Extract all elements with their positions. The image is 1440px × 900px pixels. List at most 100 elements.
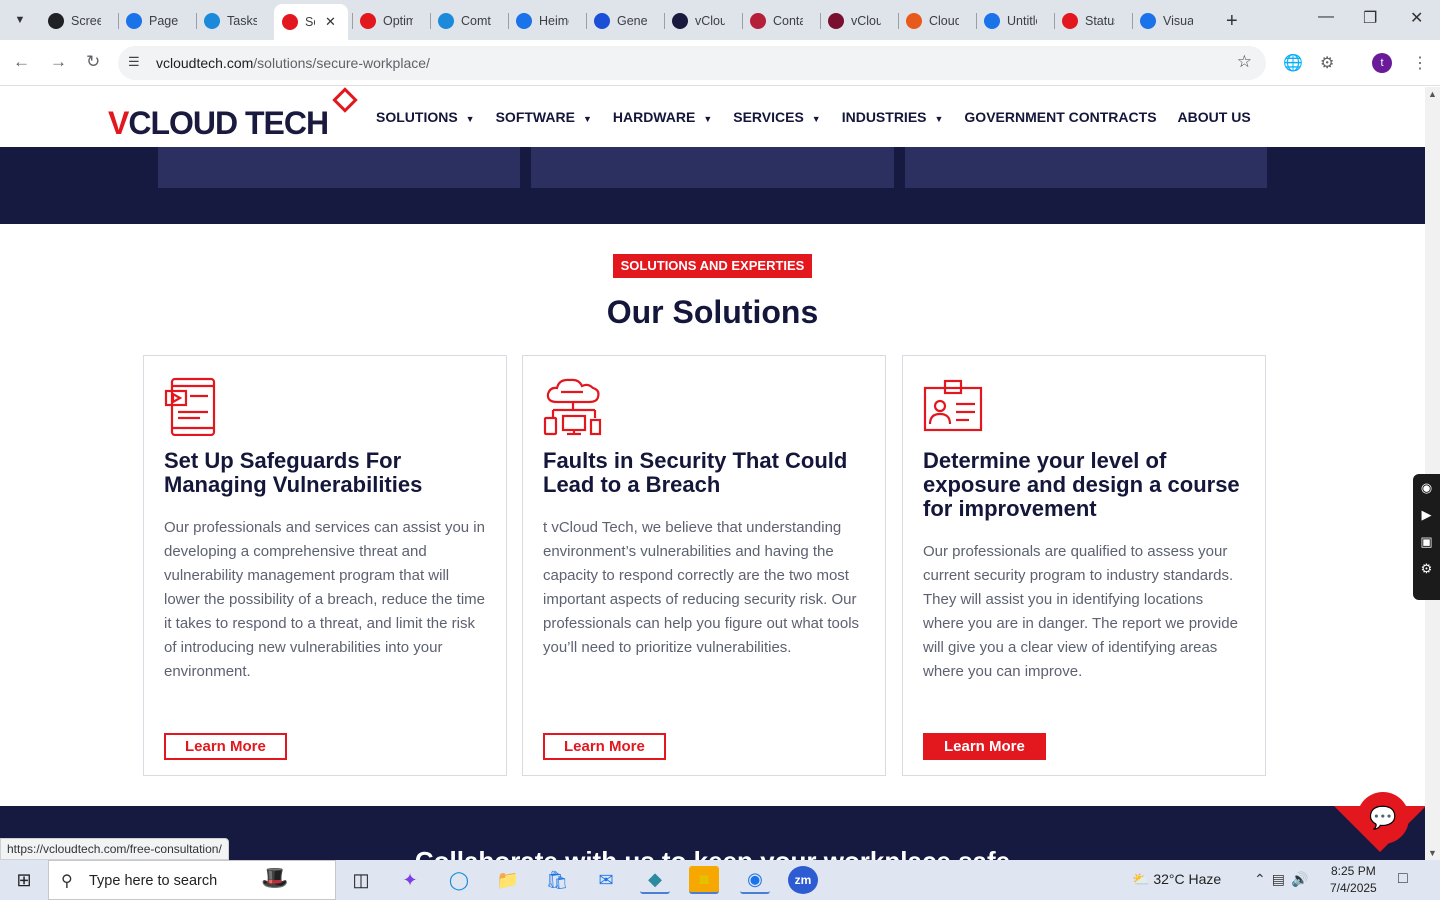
- browser-tab[interactable]: Contact: [742, 8, 820, 34]
- menu-item-industries[interactable]: INDUSTRIES ▼: [842, 109, 944, 125]
- section-tag: SOLUTIONS AND EXPERTIES: [613, 254, 812, 278]
- chrome-icon[interactable]: ◉: [740, 866, 770, 894]
- v-icon: [828, 13, 844, 29]
- tab-title: vCloud: [851, 14, 881, 28]
- tab-title: Generate: [617, 14, 647, 28]
- camera-icon: [48, 13, 64, 29]
- tab-title: Heimdal: [539, 14, 569, 28]
- menu-item-hardware[interactable]: HARDWARE ▼: [613, 109, 712, 125]
- menu-item-services[interactable]: SERVICES ▼: [733, 109, 820, 125]
- tab-title: Secure Workplace: [305, 15, 315, 29]
- url-text[interactable]: vcloudtech.com/solutions/secure-workplac…: [156, 55, 430, 71]
- restore-button[interactable]: ❐: [1363, 8, 1377, 28]
- browser-toolbar: ← → ↻ ☰ vcloudtech.com/solutions/secure-…: [0, 40, 1440, 86]
- weather-widget[interactable]: ⛅ 32°C Haze: [1132, 871, 1221, 888]
- solution-card: Determine your level of exposure and des…: [902, 355, 1266, 776]
- minimize-button[interactable]: —: [1318, 8, 1334, 26]
- copilot-icon[interactable]: ✦: [395, 866, 425, 894]
- system-tray-icons[interactable]: ⌃▤🔊: [1254, 871, 1314, 888]
- address-bar[interactable]: ☰ vcloudtech.com/solutions/secure-workpl…: [118, 46, 1266, 80]
- menu-item-label: GOVERNMENT CONTRACTS: [964, 109, 1157, 125]
- chat-bubble-icon[interactable]: 💬: [1357, 792, 1409, 844]
- browser-tab[interactable]: Comtech: [430, 8, 508, 34]
- learn-more-button[interactable]: Learn More: [543, 733, 666, 760]
- task-view-icon[interactable]: ◫: [346, 866, 376, 894]
- tab-title: Untitled: [1007, 14, 1037, 28]
- translate-icon[interactable]: 🌐: [1283, 53, 1303, 73]
- camera-icon[interactable]: ◉: [1413, 474, 1440, 501]
- window-capture-icon[interactable]: ▣: [1413, 528, 1440, 555]
- swoosh-icon: [906, 13, 922, 29]
- extensions-icon[interactable]: ⚙: [1320, 53, 1334, 73]
- menu-item-label: SOFTWARE: [495, 109, 575, 125]
- tab-title: vCloud: [695, 14, 725, 28]
- notifications-icon[interactable]: □: [1398, 870, 1408, 888]
- tab-title: Contact: [773, 14, 803, 28]
- close-window-button[interactable]: ✕: [1410, 8, 1423, 28]
- zoom-icon[interactable]: zm: [788, 866, 818, 894]
- site-logo[interactable]: VCLOUD TECH: [108, 87, 358, 141]
- browser-tab[interactable]: Heimdal: [508, 8, 586, 34]
- new-tab-button[interactable]: +: [1226, 10, 1238, 33]
- tab-title: Comtech: [461, 14, 491, 28]
- status-icon: [1062, 13, 1078, 29]
- edge-icon[interactable]: ◯: [444, 866, 474, 894]
- tab-title: PageSpeed: [149, 14, 179, 28]
- browser-tab[interactable]: Tasks: [196, 8, 274, 34]
- browser-tab[interactable]: Untitled: [976, 8, 1054, 34]
- app-diamond-icon[interactable]: ◆: [640, 866, 670, 894]
- browser-tab[interactable]: vCloud: [664, 8, 742, 34]
- reload-icon[interactable]: ↻: [86, 52, 100, 72]
- windows-taskbar: ⊞ ⚲ Type here to search 🎩 ◫ ✦ ◯ 📁 🛍 ✉ ◆ …: [0, 860, 1440, 900]
- menu-item-solutions[interactable]: SOLUTIONS ▼: [376, 109, 475, 125]
- browser-tab[interactable]: Cloud: [898, 8, 976, 34]
- forward-icon[interactable]: →: [50, 52, 67, 72]
- learn-more-button[interactable]: Learn More: [923, 733, 1046, 760]
- browser-tab[interactable]: Visual: [1132, 8, 1210, 34]
- scroll-down-icon[interactable]: ▼: [1428, 848, 1437, 858]
- back-icon[interactable]: ←: [13, 52, 30, 72]
- learn-more-button[interactable]: Learn More: [164, 733, 287, 760]
- browser-menu-icon[interactable]: ⋮: [1412, 53, 1428, 73]
- mail-icon[interactable]: ✉: [591, 866, 621, 894]
- taskbar-search-box[interactable]: ⚲ Type here to search 🎩: [48, 860, 336, 900]
- browser-tab[interactable]: Optimize: [352, 8, 430, 34]
- link-status-bar: https://vcloudtech.com/free-consultation…: [0, 838, 229, 860]
- scroll-up-icon[interactable]: ▲: [1428, 89, 1437, 99]
- store-icon[interactable]: 🛍: [542, 866, 572, 894]
- tab-title: Status: [1085, 14, 1115, 28]
- scale-icon: [516, 13, 532, 29]
- globe-icon: [438, 13, 454, 29]
- x-icon: [594, 13, 610, 29]
- system-clock[interactable]: 8:25 PM 7/4/2025: [1330, 863, 1377, 897]
- profile-avatar[interactable]: t: [1372, 53, 1392, 73]
- menu-item-government-contracts[interactable]: GOVERNMENT CONTRACTS: [964, 109, 1156, 125]
- menu-item-label: ABOUT US: [1177, 109, 1251, 125]
- settings-gear-icon[interactable]: ⚙: [1413, 555, 1440, 582]
- browser-tab[interactable]: Screen: [40, 8, 118, 34]
- menu-item-software[interactable]: SOFTWARE ▼: [496, 109, 592, 125]
- sticky-notes-icon[interactable]: ■: [689, 866, 719, 894]
- logo-badge-icon: [332, 87, 358, 113]
- card-body: Our professionals and services can assis…: [164, 519, 485, 680]
- tab-title: Optimize: [383, 14, 413, 28]
- menu-item-label: HARDWARE: [612, 109, 696, 125]
- windows-start-icon[interactable]: ⊞: [0, 860, 48, 900]
- browser-tab[interactable]: vCloud: [820, 8, 898, 34]
- pulse-icon: [1140, 13, 1156, 29]
- video-camera-icon[interactable]: ▶: [1413, 501, 1440, 528]
- browser-tab[interactable]: Status: [1054, 8, 1132, 34]
- web-page: VCLOUD TECH SOLUTIONS ▼ SOFTWARE ▼ HARDWARE ▼…: [0, 87, 1425, 860]
- browser-tab[interactable]: Secure Workplace ✕: [274, 4, 348, 40]
- card-title: Set Up Safeguards For Managing Vulnerabi…: [164, 448, 423, 497]
- bookmark-star-icon[interactable]: ☆: [1237, 52, 1252, 72]
- site-info-icon[interactable]: ☰: [128, 54, 140, 70]
- browser-tab[interactable]: Generate: [586, 8, 664, 34]
- close-tab-icon[interactable]: ✕: [325, 14, 336, 30]
- tasks-icon: [204, 13, 220, 29]
- browser-tab[interactable]: PageSpeed: [118, 8, 196, 34]
- menu-item-about-us[interactable]: ABOUT US: [1178, 109, 1251, 125]
- doc-icon: [984, 13, 1000, 29]
- file-explorer-icon[interactable]: 📁: [493, 866, 523, 894]
- tab-search-button[interactable]: ▼: [8, 8, 32, 32]
